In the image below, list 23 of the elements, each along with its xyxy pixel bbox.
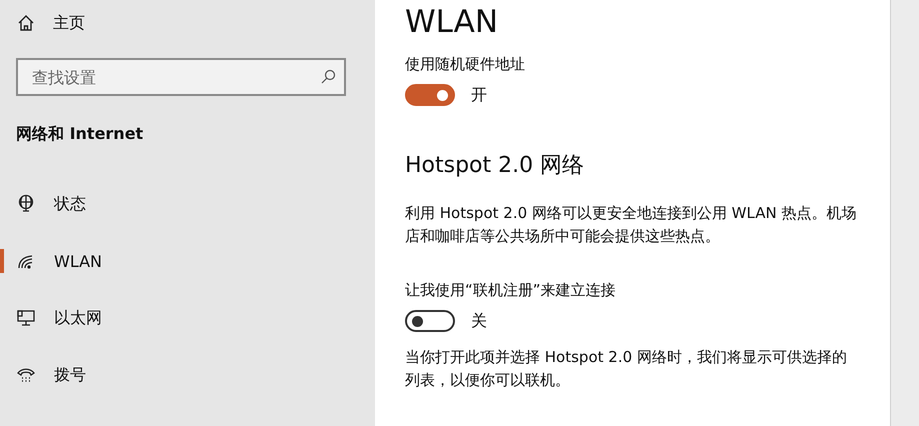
sidebar-item[interactable]: 拨号 bbox=[0, 364, 375, 386]
sidebar-item[interactable]: 状态 bbox=[0, 193, 375, 215]
description-text: 列表，以便你可以联机。 bbox=[405, 370, 570, 391]
toggle-switch[interactable] bbox=[405, 84, 455, 106]
sidebar-item[interactable]: WLAN bbox=[0, 250, 375, 272]
home-link[interactable]: 主页 bbox=[0, 12, 375, 34]
setting-label: 让我使用“联机注册”来建立连接 bbox=[405, 280, 617, 300]
section-heading: Hotspot 2.0 网络 bbox=[405, 152, 586, 180]
computer-icon bbox=[16, 308, 36, 328]
home-icon bbox=[17, 14, 35, 32]
toggle-state: 关 bbox=[471, 310, 487, 332]
search-field[interactable]: 查找设置 bbox=[16, 58, 346, 96]
toggle-switch[interactable] bbox=[405, 310, 455, 332]
globe-monitor-icon bbox=[16, 194, 36, 214]
description-text: 利用 Hotspot 2.0 网络可以更安全地连接到公用 WLAN 热点。机场 bbox=[405, 203, 856, 224]
toggle-state: 开 bbox=[471, 84, 487, 106]
search-icon bbox=[320, 69, 336, 85]
description-text: 当你打开此项并选择 Hotspot 2.0 网络时，我们将显示可供选择的 bbox=[405, 347, 847, 368]
setting-label: 使用随机硬件地址 bbox=[405, 54, 526, 74]
section-title: 网络和 Internet bbox=[15, 123, 144, 145]
page-title: WLAN bbox=[405, 4, 500, 40]
description-text: 店和咖啡店等公共场所中可能会提供这些热点。 bbox=[405, 226, 720, 247]
sidebar-item[interactable]: 以太网 bbox=[0, 307, 375, 329]
